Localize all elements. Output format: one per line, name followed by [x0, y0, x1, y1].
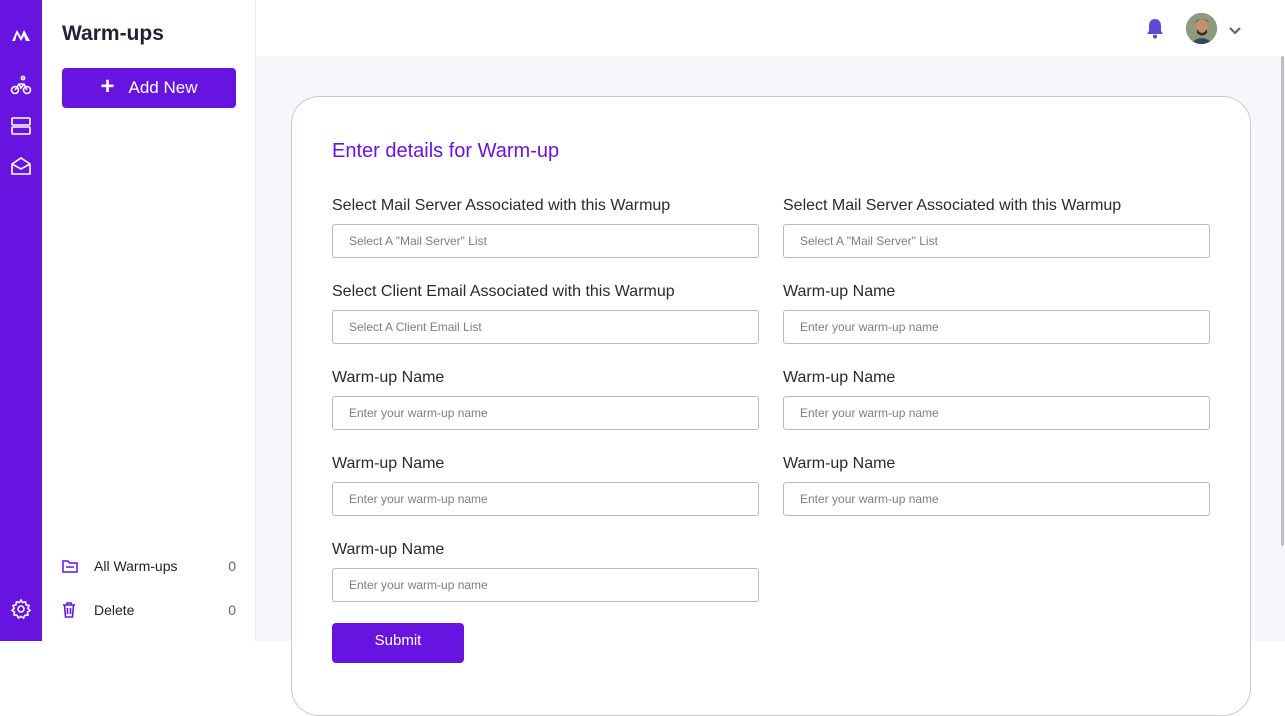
add-new-label: Add New — [129, 78, 198, 98]
warm-up-name-input[interactable] — [332, 568, 759, 602]
logo-icon[interactable] — [8, 22, 34, 48]
warm-up-name-field: Warm-up Name — [332, 454, 760, 516]
sidebar: Warm-ups + Add New All Warm-ups 0 Delete… — [42, 0, 256, 641]
server-icon[interactable] — [8, 113, 34, 139]
warm-up-name-input[interactable] — [783, 482, 1210, 516]
warm-up-name-field: Warm-up Name — [332, 368, 760, 430]
warm-up-name-input[interactable] — [783, 396, 1210, 430]
sidebar-item-count: 0 — [228, 602, 236, 618]
sidebar-item-count: 0 — [228, 558, 236, 574]
client-email-select-input[interactable] — [332, 310, 759, 344]
field-label: Select Client Email Associated with this… — [332, 282, 760, 302]
field-label: Warm-up Name — [332, 540, 760, 560]
field-label: Warm-up Name — [783, 454, 1211, 474]
avatar[interactable] — [1186, 13, 1217, 44]
warm-up-name-field: Warm-up Name — [332, 540, 760, 602]
field-label: Warm-up Name — [783, 282, 1211, 302]
page-scrollbar[interactable] — [1281, 56, 1284, 546]
warm-up-name-field: Warm-up Name — [783, 454, 1211, 516]
chevron-down-icon[interactable] — [1228, 22, 1242, 40]
mail-server-select-input[interactable] — [332, 224, 759, 258]
main-content: Enter details for Warm-up Select Mail Se… — [256, 56, 1285, 641]
sidebar-title: Warm-ups — [62, 22, 164, 46]
client-email-field: Select Client Email Associated with this… — [332, 282, 760, 344]
warm-up-name-input[interactable] — [332, 482, 759, 516]
sidebar-item-label: All Warm-ups — [94, 558, 228, 574]
mail-open-icon[interactable] — [8, 153, 34, 179]
mail-server-field: Select Mail Server Associated with this … — [332, 196, 760, 258]
sidebar-item-delete[interactable]: Delete 0 — [62, 599, 236, 621]
mail-server-field: Select Mail Server Associated with this … — [783, 196, 1211, 258]
warm-up-name-field: Warm-up Name — [783, 282, 1211, 344]
warm-up-name-field: Warm-up Name — [783, 368, 1211, 430]
top-bar — [256, 0, 1285, 56]
icon-rail — [0, 0, 42, 641]
trash-icon — [62, 602, 94, 618]
bike-icon[interactable] — [8, 72, 34, 98]
sidebar-item-label: Delete — [94, 602, 228, 618]
plus-icon: + — [101, 73, 115, 101]
field-label: Warm-up Name — [783, 368, 1211, 388]
warm-up-name-input[interactable] — [332, 396, 759, 430]
bell-icon[interactable] — [1146, 18, 1164, 44]
warm-up-form-card: Enter details for Warm-up Select Mail Se… — [291, 96, 1251, 716]
submit-button[interactable]: Submit — [332, 623, 464, 663]
field-label: Warm-up Name — [332, 454, 760, 474]
sidebar-item-all-warm-ups[interactable]: All Warm-ups 0 — [62, 555, 236, 577]
folder-icon — [62, 559, 94, 573]
field-label: Warm-up Name — [332, 368, 760, 388]
warm-up-name-input[interactable] — [783, 310, 1210, 344]
field-label: Select Mail Server Associated with this … — [332, 196, 760, 216]
settings-icon[interactable] — [8, 596, 34, 622]
form-title: Enter details for Warm-up — [332, 140, 559, 163]
add-new-button[interactable]: + Add New — [62, 68, 236, 108]
field-label: Select Mail Server Associated with this … — [783, 196, 1211, 216]
mail-server-select-input[interactable] — [783, 224, 1210, 258]
